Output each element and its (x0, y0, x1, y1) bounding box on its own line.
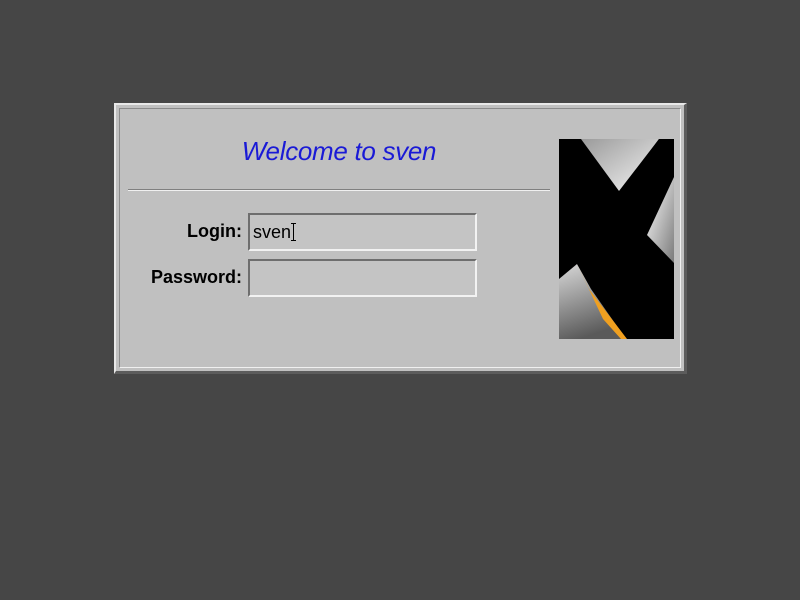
x-logo-icon (559, 139, 674, 339)
login-label: Login: (187, 221, 242, 241)
password-input[interactable] (248, 259, 477, 297)
welcome-greeting: Welcome to sven (241, 136, 437, 166)
login-input[interactable]: sven (248, 213, 477, 251)
divider (128, 189, 550, 191)
login-window: Welcome to sven Login: sven Password: (114, 103, 687, 374)
password-label: Password: (150, 267, 242, 287)
login-input-value: sven (253, 222, 292, 242)
text-cursor-icon (291, 223, 297, 241)
